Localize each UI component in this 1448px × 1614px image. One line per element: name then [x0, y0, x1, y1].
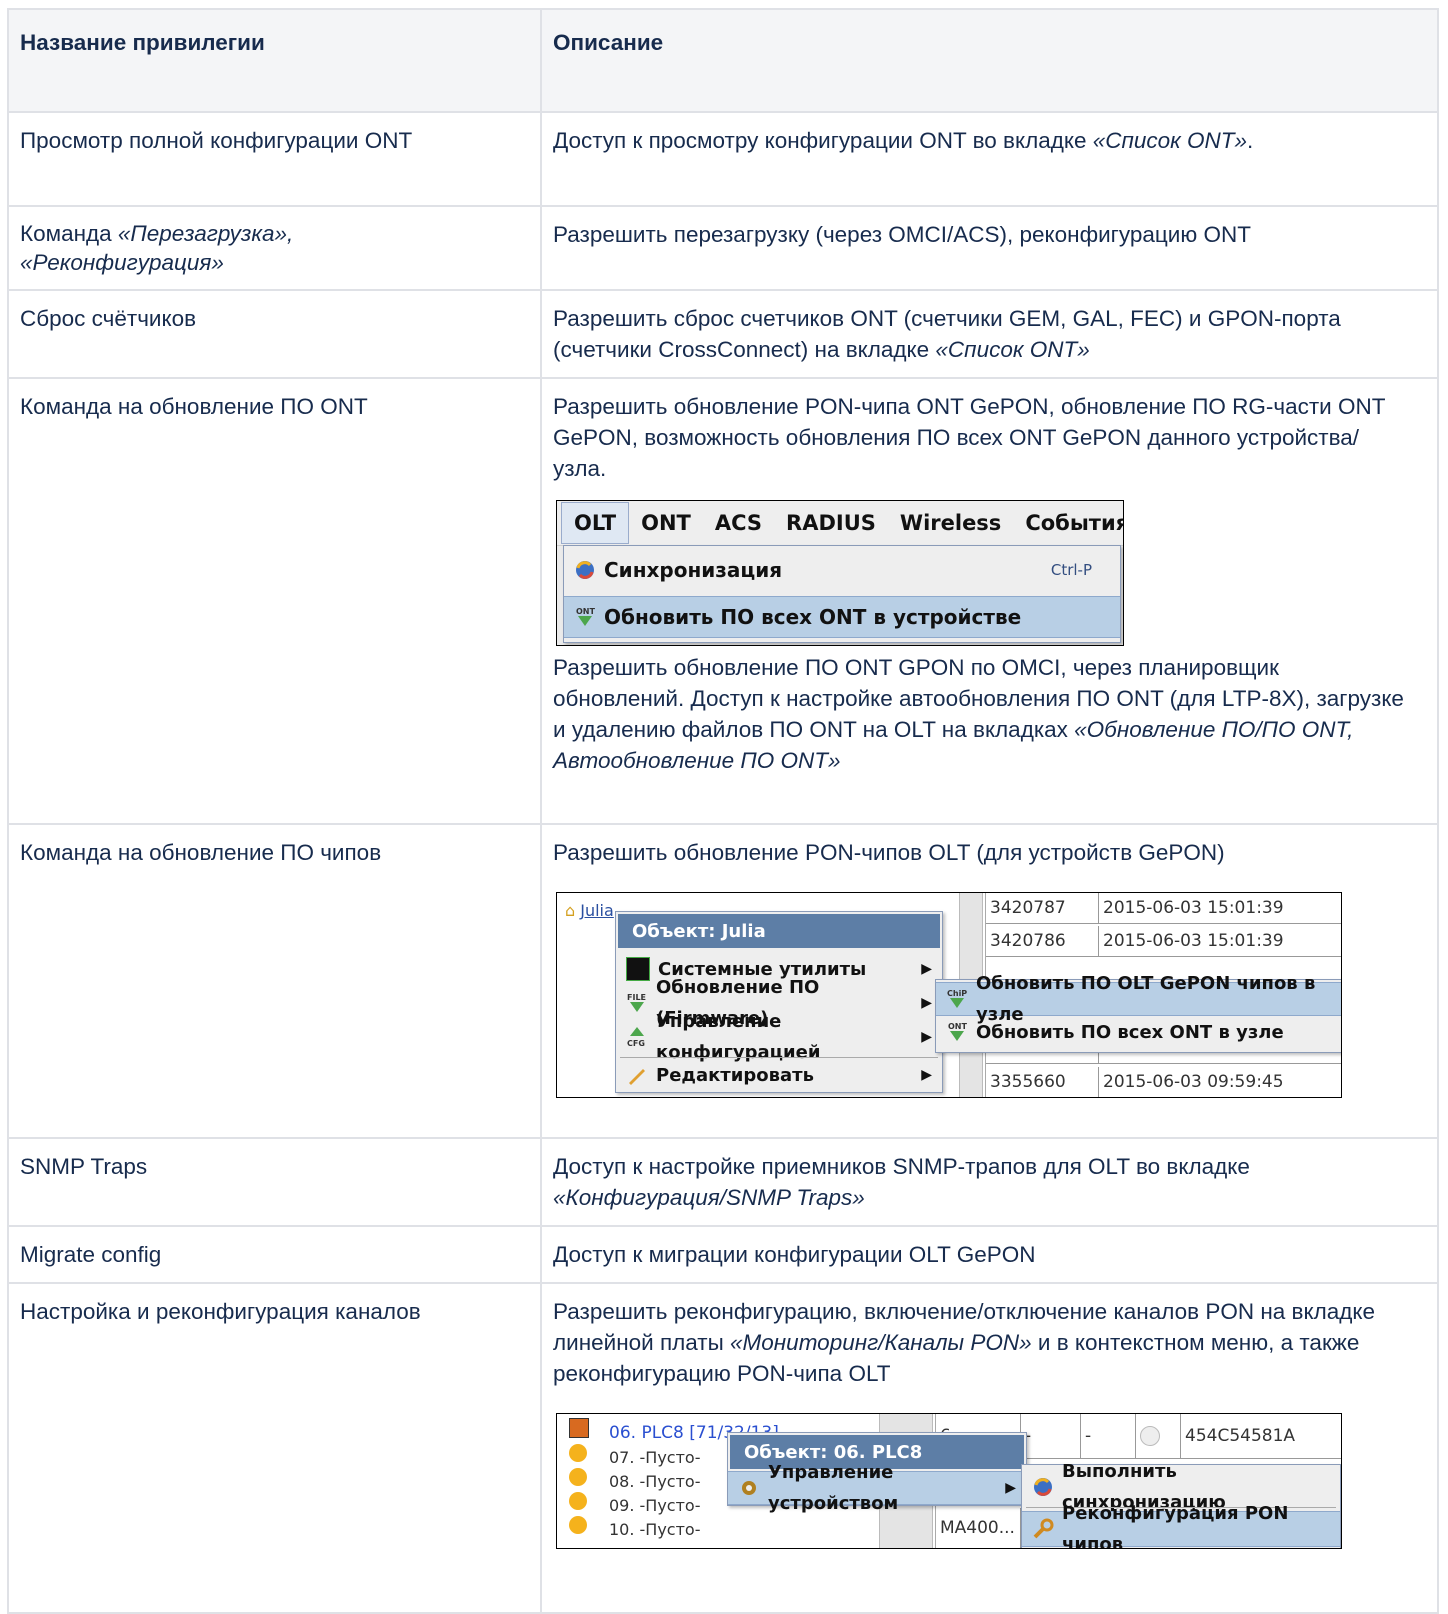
- privilege-description: Доступ к настройке приемников SNMP-трапо…: [540, 1137, 1439, 1227]
- privilege-name: Команда на обновление ПО чипов: [7, 823, 542, 1139]
- privileges-table: Название привилегии Описание Просмотр по…: [7, 8, 1439, 1614]
- menu-item-device-management[interactable]: Управление устройством ▶: [728, 1462, 1026, 1514]
- terminal-icon: [626, 957, 650, 981]
- description-text: Разрешить реконфигурацию, включение/откл…: [553, 1299, 1375, 1386]
- sync-icon: [1034, 1478, 1052, 1496]
- chip-download-icon: ChiP: [947, 989, 967, 1008]
- description-text: Разрешить обновление PON-чипов OLT (для …: [553, 840, 1225, 865]
- home-icon: ⌂: [565, 901, 576, 920]
- menu-item-edit[interactable]: Редактировать ▶: [616, 1058, 942, 1092]
- menu-item-update-all-ont-node[interactable]: ONT Обновить ПО всех ONT в узле: [936, 1016, 1341, 1048]
- slot-empty-icon: [569, 1444, 587, 1462]
- grid-cell[interactable]: 454C54581A: [1181, 1414, 1341, 1459]
- context-menu: Объект: Julia Системные утилиты ▶ FILE Об…: [615, 911, 943, 1093]
- menu-ont[interactable]: ONT: [629, 501, 703, 545]
- privilege-name: Команда на обновление ПО ONT: [7, 377, 542, 825]
- privilege-name: Просмотр полной конфигурации ONT: [7, 111, 542, 207]
- screenshot-firmware-menu: ⌂ Julia 3420787 2015-06-03 15:01:39 3420…: [556, 892, 1342, 1098]
- svg-text:ONT: ONT: [576, 607, 595, 616]
- pencil-icon: [629, 1069, 645, 1085]
- firmware-submenu: ChiP Обновить ПО OLT GePON чипов в узле …: [935, 973, 1341, 1053]
- submenu-arrow-icon: ▶: [921, 1066, 932, 1083]
- slot-empty-icon: [569, 1468, 587, 1486]
- svg-text:ChiP: ChiP: [947, 989, 967, 998]
- menu-olt[interactable]: OLT: [561, 502, 630, 544]
- file-download-icon: FILE: [627, 993, 646, 1012]
- menu-item-update-all-ont[interactable]: ONT Обновить ПО всех ONT в устройстве: [564, 596, 1120, 638]
- tree-root[interactable]: ⌂ Julia: [565, 895, 614, 926]
- status-led-icon: [1140, 1426, 1160, 1446]
- table-header-row: Название привилегии Описание: [7, 8, 1439, 113]
- context-menu-title: Объект: Julia: [618, 914, 940, 948]
- tree-node-empty[interactable]: 10. -Пусто-: [609, 1514, 700, 1545]
- menu-bar: OLT ONT ACS RADIUS Wireless События: [557, 501, 1123, 546]
- context-menu: Объект: 06. PLC8 Управление устройством ▶: [727, 1432, 1027, 1514]
- grid-cell[interactable]: -: [1081, 1414, 1136, 1459]
- privilege-name: Сброс счётчиков: [7, 289, 542, 379]
- gear-icon: [742, 1481, 756, 1495]
- privilege-name: Команда «Перезагрузка», «Реконфигурация»: [7, 205, 542, 291]
- table-row: Команда на обновление ПО ONT Разрешить о…: [7, 377, 1439, 825]
- menu-acs[interactable]: ACS: [703, 501, 774, 545]
- description-text: Разрешить обновление PON-чипа ONT GePON,…: [553, 394, 1386, 481]
- menu-item-config-management[interactable]: CFG Управление конфигурацией ▶: [616, 1011, 942, 1063]
- grid-cell[interactable]: 2015-06-03 09:59:45: [1099, 1067, 1341, 1097]
- submenu-arrow-icon: ▶: [921, 1028, 932, 1045]
- ont-download-icon: ONT: [948, 1022, 967, 1041]
- submenu-arrow-icon: ▶: [921, 960, 932, 977]
- grid-cell[interactable]: [1136, 1414, 1181, 1459]
- svg-text:FILE: FILE: [627, 993, 646, 1002]
- grid-cell[interactable]: 2015-06-03 15:01:39: [1099, 893, 1341, 924]
- table-row: Настройка и реконфигурация каналов Разре…: [7, 1282, 1439, 1614]
- ont-download-icon: ONT: [576, 607, 595, 626]
- menu-wireless[interactable]: Wireless: [888, 501, 1013, 545]
- header-privilege-name: Название привилегии: [7, 8, 542, 113]
- privilege-description: Доступ к просмотру конфигурации ONT во в…: [540, 111, 1439, 207]
- table-row: Migrate config Доступ к миграции конфигу…: [7, 1225, 1439, 1284]
- grid-cell[interactable]: 3420786: [986, 926, 1099, 957]
- submenu-arrow-icon: ▶: [1005, 1479, 1016, 1496]
- svg-text:CFG: CFG: [627, 1039, 645, 1048]
- table-row: Команда на обновление ПО чипов Разрешить…: [7, 823, 1439, 1139]
- svg-text:ONT: ONT: [948, 1022, 967, 1031]
- board-icon: [569, 1418, 589, 1438]
- privilege-name: SNMP Traps: [7, 1137, 542, 1227]
- header-description: Описание: [540, 8, 1439, 113]
- screenshot-olt-menu: OLT ONT ACS RADIUS Wireless События Синх…: [556, 500, 1124, 646]
- table-row: SNMP Traps Доступ к настройке приемников…: [7, 1137, 1439, 1227]
- privilege-description: Разрешить сброс счетчиков ONT (счетчики …: [540, 289, 1439, 379]
- privilege-description: Разрешить реконфигурацию, включение/откл…: [540, 1282, 1439, 1614]
- privilege-description: Доступ к миграции конфигурации OLT GePON: [540, 1225, 1439, 1284]
- menu-events[interactable]: События: [1013, 501, 1123, 545]
- device-submenu: Выполнить синхронизацию Реконфигурация P…: [1021, 1461, 1341, 1548]
- table-row: Просмотр полной конфигурации ONT Доступ …: [7, 111, 1439, 207]
- table-row: Сброс счётчиков Разрешить сброс счетчико…: [7, 289, 1439, 379]
- menu-item-update-olt-chips[interactable]: ChiP Обновить ПО OLT GePON чипов в узле: [936, 973, 1341, 1025]
- menu-radius[interactable]: RADIUS: [774, 501, 888, 545]
- slot-empty-icon: [569, 1492, 587, 1510]
- privilege-description: Разрешить обновление PON-чипов OLT (для …: [540, 823, 1439, 1139]
- privilege-name: Настройка и реконфигурация каналов: [7, 1282, 542, 1614]
- sync-icon: [576, 561, 594, 579]
- grid-cell[interactable]: 3355660: [986, 1067, 1099, 1097]
- grid-cell[interactable]: 3420787: [986, 893, 1099, 924]
- wrench-icon: [1033, 1518, 1054, 1539]
- shortcut-label: Ctrl-P: [1050, 560, 1092, 579]
- privilege-description: Разрешить перезагрузку (через OMCI/ACS),…: [540, 205, 1439, 291]
- menu-item-reconfigure-pon-chips[interactable]: Реконфигурация PON чипов: [1022, 1503, 1340, 1548]
- menu-item-sync[interactable]: Синхронизация Ctrl-P: [564, 548, 1120, 592]
- grid-cell[interactable]: -: [1021, 1414, 1081, 1459]
- screenshot-channel-menu: 06. PLC8 [71/32/13] 07. -Пусто- 08. -Пус…: [556, 1413, 1342, 1549]
- description-text: Разрешить обновление ПО ONT GPON по OMCI…: [553, 655, 1404, 773]
- privilege-description: Разрешить обновление PON-чипа ONT GePON,…: [540, 377, 1439, 825]
- grid-cell[interactable]: 2015-06-03 15:01:39: [1099, 926, 1341, 957]
- slot-empty-icon: [569, 1516, 587, 1534]
- privilege-name: Migrate config: [7, 1225, 542, 1284]
- submenu-arrow-icon: ▶: [921, 994, 932, 1011]
- cfg-upload-icon: CFG: [627, 1027, 645, 1048]
- table-row: Команда «Перезагрузка», «Реконфигурация» …: [7, 205, 1439, 291]
- olt-dropdown: Синхронизация Ctrl-P ONT Обновить ПО все…: [563, 545, 1121, 643]
